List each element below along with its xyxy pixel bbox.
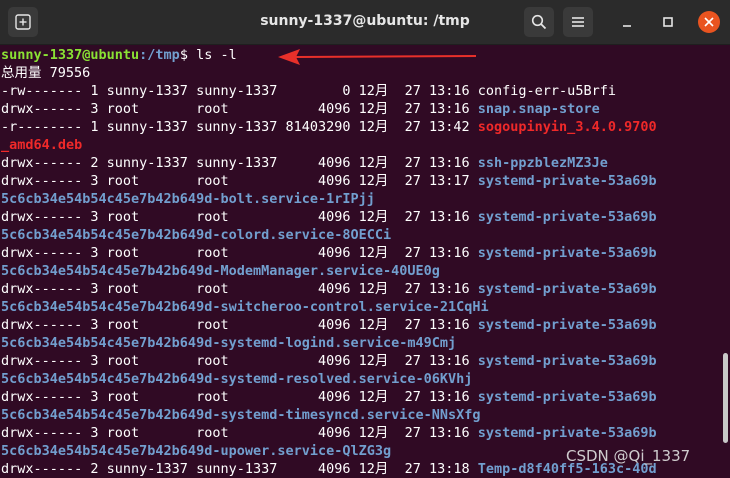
file-name: 5c6cb34e54b54c45e7b42b649d-systemd-times… [1,407,481,423]
file-name: 5c6cb34e54b54c45e7b42b649d-ModemManager.… [1,263,440,279]
file-attributes: drwx------ 3 root root 4096 12月 27 13:16 [1,209,478,225]
maximize-icon[interactable] [659,13,677,31]
file-name: 5c6cb34e54b54c45e7b42b649d-systemd-resol… [1,371,473,387]
list-item: -rw------- 1 sunny-1337 sunny-1337 0 12月… [1,82,616,100]
file-name: sogoupinyin_3.4.0.9700 [477,119,657,135]
list-item: drwx------ 3 root root 4096 12月 27 13:16… [1,100,600,118]
list-item: 5c6cb34e54b54c45e7b42b649d-systemd-login… [1,334,456,352]
file-name: config-err-u5Brfi [477,83,616,99]
prompt-command: $ ls -l [179,47,237,63]
list-item: drwx------ 3 root root 4096 12月 27 13:16… [1,388,657,406]
list-item: drwx------ 2 sunny-1337 sunny-1337 4096 … [1,460,657,478]
file-name: systemd-private-53a69b [477,425,657,441]
file-attributes: drwx------ 2 sunny-1337 sunny-1337 4096 … [1,461,478,477]
list-item: 5c6cb34e54b54c45e7b42b649d-bolt.service-… [1,190,375,208]
prompt-path: :/tmp [139,47,180,63]
file-name: _amd64.deb [1,137,83,153]
search-button[interactable] [524,7,554,37]
list-item: drwx------ 3 root root 4096 12月 27 13:16… [1,208,657,226]
file-attributes: drwx------ 2 sunny-1337 sunny-1337 4096 … [1,155,478,171]
title-bar: sunny-1337@ubuntu: /tmp [0,0,730,45]
list-item: 5c6cb34e54b54c45e7b42b649d-colord.servic… [1,226,391,244]
list-item: 5c6cb34e54b54c45e7b42b649d-upower.servic… [1,442,391,460]
scrollbar[interactable] [723,353,728,443]
file-name: ssh-ppzblezMZ3Je [477,155,608,171]
prompt-line: sunny-1337@ubuntu:/tmp$ ls -l [1,46,237,64]
watermark: CSDN @Qi_1337 [566,447,691,465]
file-name: 5c6cb34e54b54c45e7b42b649d-bolt.service-… [1,191,375,207]
list-item: 5c6cb34e54b54c45e7b42b649d-ModemManager.… [1,262,440,280]
file-name: 5c6cb34e54b54c45e7b42b649d-upower.servic… [1,443,392,459]
file-name: systemd-private-53a69b [477,173,657,189]
file-attributes: drwx------ 3 root root 4096 12月 27 13:16 [1,389,478,405]
list-item: drwx------ 3 root root 4096 12月 27 13:16… [1,352,657,370]
prompt-user: sunny-1337@ubuntu [1,47,140,63]
terminal-output[interactable]: sunny-1337@ubuntu:/tmp$ ls -l 总用量 79556 … [0,44,730,478]
list-item: drwx------ 2 sunny-1337 sunny-1337 4096 … [1,154,608,172]
file-name: systemd-private-53a69b [477,209,657,225]
file-name: snap.snap-store [477,101,600,117]
file-name: systemd-private-53a69b [477,245,657,261]
file-name: systemd-private-53a69b [477,389,657,405]
red-arrow-annotation [278,49,477,65]
list-item: 5c6cb34e54b54c45e7b42b649d-systemd-times… [1,406,481,424]
total-line: 总用量 79556 [1,65,91,81]
list-item: -r-------- 1 sunny-1337 sunny-1337 81403… [1,118,657,136]
search-icon [531,14,547,30]
file-attributes: drwx------ 3 root root 4096 12月 27 13:16 [1,245,478,261]
file-attributes: drwx------ 3 root root 4096 12月 27 13:16 [1,281,478,297]
file-attributes: -r-------- 1 sunny-1337 sunny-1337 81403… [1,119,478,135]
file-name: 5c6cb34e54b54c45e7b42b649d-systemd-login… [1,335,457,351]
file-name: 5c6cb34e54b54c45e7b42b649d-switcheroo-co… [1,299,489,315]
list-item: drwx------ 3 root root 4096 12月 27 13:16… [1,424,657,442]
file-attributes: drwx------ 3 root root 4096 12月 27 13:17 [1,173,478,189]
list-item: 5c6cb34e54b54c45e7b42b649d-switcheroo-co… [1,298,489,316]
close-button[interactable] [698,11,720,33]
file-name: systemd-private-53a69b [477,353,657,369]
file-attributes: drwx------ 3 root root 4096 12月 27 13:16 [1,425,478,441]
menu-button[interactable] [563,7,593,37]
file-name: systemd-private-53a69b [477,317,657,333]
list-item: drwx------ 3 root root 4096 12月 27 13:16… [1,316,657,334]
minimize-icon[interactable] [618,13,636,31]
list-item: drwx------ 3 root root 4096 12月 27 13:17… [1,172,657,190]
list-item: drwx------ 3 root root 4096 12月 27 13:16… [1,280,657,298]
list-item: _amd64.deb [1,136,82,154]
file-attributes: -rw------- 1 sunny-1337 sunny-1337 0 12月… [1,83,478,99]
file-attributes: drwx------ 3 root root 4096 12月 27 13:16 [1,317,478,333]
list-item: drwx------ 3 root root 4096 12月 27 13:16… [1,244,657,262]
file-attributes: drwx------ 3 root root 4096 12月 27 13:16 [1,353,478,369]
file-name: 5c6cb34e54b54c45e7b42b649d-colord.servic… [1,227,392,243]
hamburger-icon [572,17,584,27]
list-item: 5c6cb34e54b54c45e7b42b649d-systemd-resol… [1,370,472,388]
file-attributes: drwx------ 3 root root 4096 12月 27 13:16 [1,101,478,117]
close-icon [704,17,714,27]
file-name: systemd-private-53a69b [477,281,657,297]
